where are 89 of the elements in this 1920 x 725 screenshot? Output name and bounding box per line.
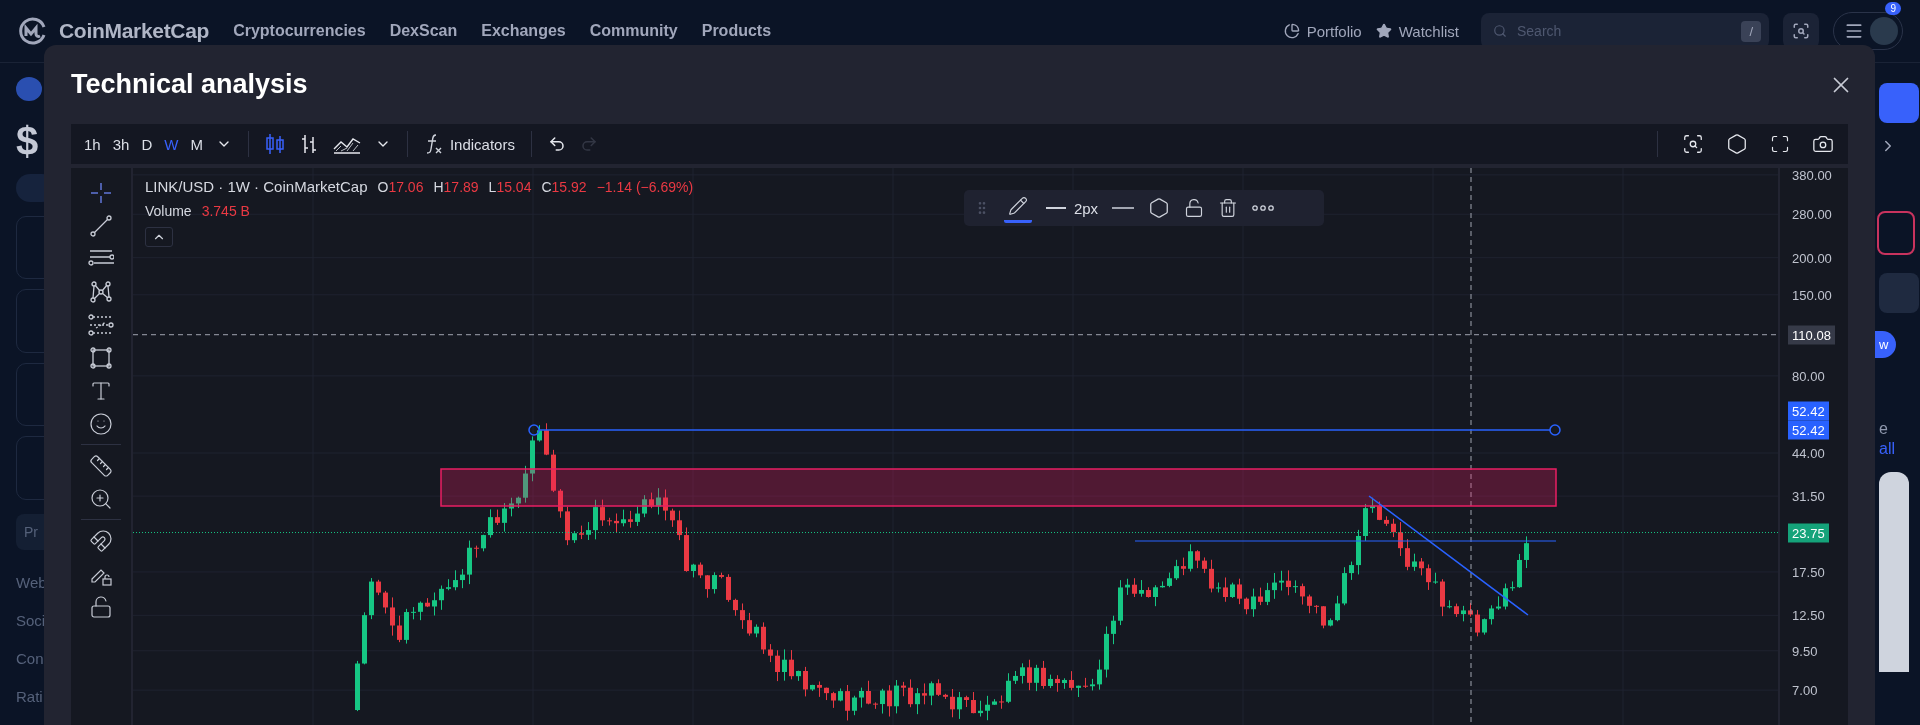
interval-tab[interactable]: M: [185, 131, 208, 157]
unlock-icon: [88, 594, 113, 619]
price-label: 150.00: [1791, 286, 1833, 305]
ohlc-value: C15.92: [541, 179, 587, 195]
magnet-icon: [88, 528, 113, 553]
star-icon: [1375, 23, 1392, 39]
price-label: 31.50: [1791, 487, 1826, 506]
collapse-legend-button[interactable]: [144, 227, 173, 247]
price-label: 110.08: [1788, 325, 1835, 345]
drawing-settings-button[interactable]: [1148, 197, 1171, 219]
nav-link[interactable]: Cryptocurrencies: [233, 22, 366, 40]
smiley-icon: [88, 411, 113, 436]
interval-tab[interactable]: D: [136, 131, 158, 157]
more-button[interactable]: [1252, 205, 1275, 211]
avatar: [1870, 17, 1898, 45]
portfolio-link[interactable]: Portfolio: [1283, 22, 1362, 40]
price-label: 52.42: [1788, 420, 1829, 440]
trend-line[interactable]: [1368, 495, 1529, 616]
settings-icon: [1726, 133, 1748, 155]
interval-tab[interactable]: 3h: [107, 131, 135, 157]
price-label: 380.00: [1791, 166, 1833, 185]
search-icon: [1682, 133, 1704, 155]
line-width-button[interactable]: 2px: [1045, 199, 1099, 217]
volume-value: 3.745 B: [201, 203, 250, 219]
horizontal-ray-drawing[interactable]: [528, 424, 1561, 436]
link-text: all: [1879, 440, 1895, 458]
ohlc-value: L15.04: [488, 179, 532, 195]
lock-button[interactable]: [1184, 198, 1205, 218]
price-label: 44.00: [1791, 444, 1826, 463]
candles-icon: [264, 133, 285, 155]
nav-link[interactable]: Community: [589, 22, 678, 40]
interval-tab[interactable]: W: [159, 131, 184, 157]
pencil-icon: [1007, 195, 1028, 216]
ohlc-value: H17.89: [433, 179, 479, 195]
price-change: −1.14 (−6.69%): [596, 179, 694, 195]
crosshair-icon: [89, 181, 112, 204]
trash-icon: [1218, 198, 1239, 218]
outlined-box: [1877, 211, 1915, 255]
nav-link[interactable]: DexScan: [389, 22, 458, 40]
zoom-in-icon: [88, 486, 113, 511]
fullscreen-icon: [1770, 134, 1790, 154]
line-style-button[interactable]: [1112, 206, 1135, 210]
price-label: 7.00: [1791, 681, 1819, 700]
volume-label: Volume: [144, 203, 192, 219]
unlock-icon: [1184, 198, 1205, 218]
delete-button[interactable]: [1218, 198, 1239, 218]
nav-link[interactable]: Products: [701, 22, 772, 40]
solid-line-icon: [1112, 206, 1135, 210]
price-label: 280.00: [1791, 205, 1833, 224]
coin-icon: [16, 77, 42, 102]
info-label: Con: [16, 649, 45, 669]
price-label: 200.00: [1791, 249, 1833, 268]
nav-link[interactable]: Exchanges: [481, 22, 566, 40]
price-label: 80.00: [1791, 367, 1826, 386]
pie-chart-icon: [1283, 23, 1300, 39]
menu-icon: [1844, 21, 1864, 41]
camera-icon: [1812, 133, 1834, 155]
price-text: $: [16, 119, 40, 165]
info-label: e: [1879, 420, 1888, 438]
scan-icon: [1792, 22, 1810, 40]
watchlist-link[interactable]: Watchlist: [1375, 22, 1459, 40]
price-label: 9.50: [1791, 642, 1819, 661]
search-icon: [1493, 24, 1507, 38]
modal-title: Technical analysis: [71, 69, 308, 100]
indicators-button[interactable]: Indicators: [417, 129, 521, 159]
trend-line-icon: [88, 213, 113, 238]
rectangle-icon: [88, 345, 113, 370]
symbol-title: LINK/USD · 1W · CoinMarketCap: [144, 178, 368, 195]
brand-name: CoinMarketCap: [59, 19, 210, 43]
redo-icon: [579, 135, 598, 153]
fib-levels-icon: [87, 313, 114, 336]
line-sample-icon: [1045, 207, 1066, 209]
price-label: 23.75: [1788, 523, 1829, 543]
pattern-icon: [88, 279, 113, 304]
notification-badge: 9: [1885, 2, 1901, 15]
search-input[interactable]: Search: [1515, 22, 1734, 40]
interval-tab[interactable]: 1h: [79, 131, 106, 157]
shortcut-key: /: [1741, 20, 1761, 42]
undo-icon: [547, 135, 566, 153]
price-label: 12.50: [1791, 606, 1826, 625]
info-label: Rati: [16, 687, 44, 707]
ruler-icon: [88, 453, 113, 478]
price-label: 17.50: [1791, 563, 1826, 582]
ohlc-value: O17.06: [377, 179, 424, 195]
price-label: 52.42: [1788, 401, 1829, 421]
info-label: Soci: [16, 611, 47, 631]
side-panel: [1879, 273, 1919, 313]
more-icon: [1252, 205, 1275, 211]
settings-icon: [1148, 197, 1171, 219]
